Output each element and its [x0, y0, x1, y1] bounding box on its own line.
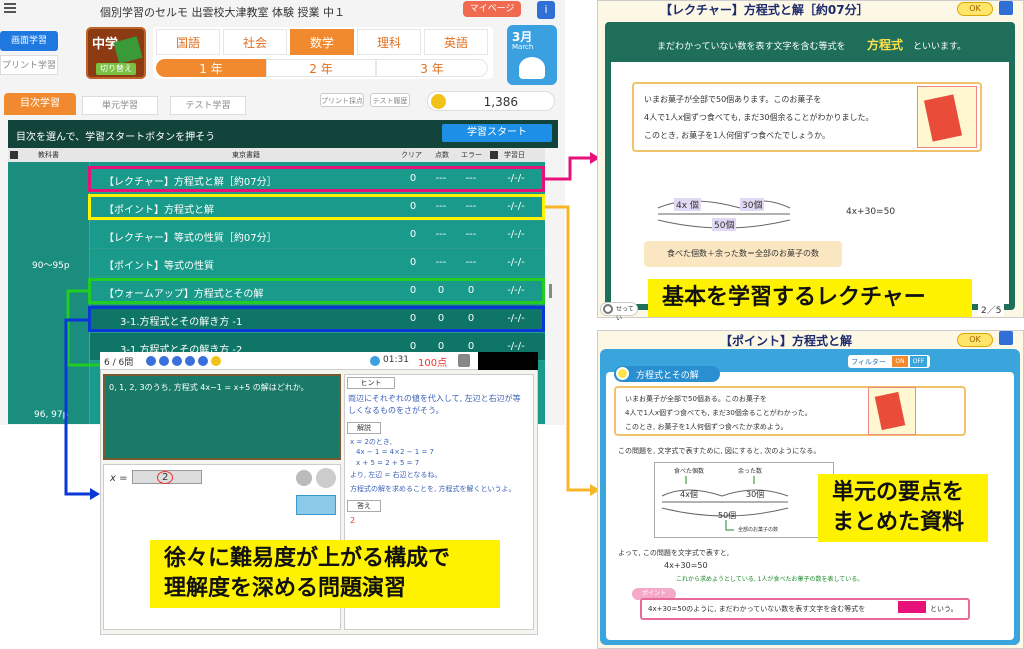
answer-label[interactable]: 答え — [347, 500, 381, 512]
settings-label: せってい — [616, 306, 634, 322]
answer-prefix: x = — [110, 473, 128, 484]
explain-line: 方程式の解を求めることを, 方程式を解くというよ。 — [350, 485, 516, 493]
point-key-pre: 4x+30=50のように, まだわかっていない数を表す文字を含む等式を — [648, 605, 866, 613]
problem-line: 4人で1人x個ずつ食べても, まだ30個余ることがわかりました。 — [644, 113, 874, 122]
explain-line: x + 5 = 2 + 5 = 7 — [356, 459, 420, 467]
progress-dot — [185, 356, 195, 366]
score-display: 100点 — [418, 358, 448, 369]
info-icon[interactable] — [458, 354, 470, 367]
point-title: 【ポイント】方程式と解 — [720, 334, 853, 348]
lecture-info-icon[interactable] — [999, 1, 1013, 15]
point-ok-button[interactable]: OK — [957, 333, 993, 347]
progress-dots — [146, 356, 221, 366]
hint-text: 両辺にそれぞれの値を代入して, 左辺と右辺が等しくなるものをさがそう。 — [348, 394, 521, 415]
exercise-callout: 徐々に難易度が上がる構成で 理解度を深める問題演習 — [150, 540, 500, 608]
section-label: 方程式とその解 — [636, 371, 699, 381]
filter-on: ON — [892, 356, 908, 367]
callout-line: 徐々に難易度が上がる構成で — [164, 546, 451, 571]
answer-text: 2 — [350, 516, 356, 525]
submit-icon[interactable] — [296, 495, 336, 515]
filter-toggle[interactable]: フィルター ON OFF — [848, 355, 930, 368]
formula-intro: よって, この問題を文字式で表すと, — [618, 549, 730, 557]
point-seg2: 30個 — [746, 490, 765, 499]
lecture-callout: 基本を学習するレクチャー — [648, 279, 972, 317]
black-panel — [478, 352, 538, 370]
answer-value: 2 — [157, 471, 174, 484]
gear-icon — [603, 304, 613, 314]
question-text: 0, 1, 2, 3のうち, 方程式 4x−1 = x+5 の解はどれか。 — [109, 383, 309, 392]
hint-label[interactable]: ヒント — [347, 377, 395, 389]
snack-image — [917, 86, 977, 148]
lecture-total: 50個 — [712, 218, 737, 231]
point-snack-image — [868, 387, 916, 435]
lecture-page-counter: 2／5 — [978, 303, 1005, 316]
point-badge-label: ポイント — [641, 590, 666, 597]
point-total-label: 全部のお菓子の数 — [738, 527, 779, 533]
problem-line: 4人で1人x個ずつ食べても, まだ30個余ることがわかった。 — [625, 409, 812, 417]
problem-line: いまお菓子が全部で50個ある。このお菓子を — [625, 395, 767, 403]
question-counter: 6 / 6問 — [104, 358, 134, 368]
progress-dot — [159, 356, 169, 366]
lecture-ok-button[interactable]: OK — [957, 2, 993, 16]
lecture-seg1: 4x 個 — [674, 198, 701, 211]
magnifier-icon — [616, 367, 629, 380]
lecture-equation: 4x+30=50 — [846, 207, 896, 217]
formula-note: これから求めようとしている, 1人が食べたお菓子の数を表している。 — [676, 576, 864, 583]
exercise-topbar: 6 / 6問 01:31 100点 — [100, 352, 538, 370]
explain-label[interactable]: 解説 — [347, 422, 381, 434]
explain-line: 4x − 1 = 4×2 − 1 = 7 — [356, 448, 434, 456]
problem-line: いまお菓子が全部で50個あります。このお菓子を — [644, 95, 822, 104]
snack-bag-icon — [874, 391, 906, 431]
diagram-intro: この問題を, 文字式で表すために, 図にすると, 次のようになる。 — [618, 447, 821, 455]
progress-dot — [211, 356, 221, 366]
banner-pre: まだわかっていない数を表す文字を含む等式を — [657, 42, 846, 52]
progress-dot — [146, 356, 156, 366]
settings-button[interactable]: せってい — [600, 302, 638, 322]
point-info-icon[interactable] — [999, 331, 1013, 345]
clear-icon[interactable] — [316, 468, 336, 488]
progress-dot — [172, 356, 182, 366]
explain-line: より, 左辺 = 右辺となるね。 — [350, 471, 442, 479]
point-equation: 4x+30=50 — [664, 561, 708, 570]
progress-dot — [198, 356, 208, 366]
answer-input[interactable]: 2 — [132, 470, 202, 484]
timer-icon — [370, 356, 380, 366]
lecture-summary: 食べた個数＋余った数＝全部のお菓子の数 — [644, 241, 842, 267]
lecture-title: 【レクチャー】方程式と解［約07分］ — [660, 3, 869, 17]
point-diagram-lines — [661, 476, 789, 531]
section-tag: 方程式とその解 — [614, 366, 720, 382]
explain-line: x = 2のとき, — [350, 438, 393, 446]
filter-off: OFF — [910, 356, 927, 367]
banner-post: といいます。 — [913, 42, 967, 52]
eraser-icon[interactable] — [296, 470, 312, 486]
problem-line: このとき, お菓子を1人何個ずつ食べたでしょうか。 — [644, 131, 831, 140]
callout-line: まとめた資料 — [832, 510, 965, 535]
point-key-post: という。 — [930, 605, 958, 613]
filter-label: フィルター — [851, 358, 886, 366]
snack-bag-icon — [923, 94, 963, 142]
lecture-banner: まだわかっていない数を表す文字を含む等式を 方程式 といいます。 — [611, 28, 1009, 62]
problem-line: このとき, お菓子を1人何個ずつ食べたか求めよう。 — [625, 423, 788, 431]
question-board: 0, 1, 2, 3のうち, 方程式 4x−1 = x+5 の解はどれか。 — [103, 374, 341, 460]
callout-line: 単元の要点を — [832, 480, 965, 505]
point-total: 50個 — [718, 511, 737, 520]
callout-line: 理解度を深める問題演習 — [164, 576, 407, 601]
point-seg1: 4x個 — [680, 490, 698, 499]
timer: 01:31 — [383, 355, 409, 365]
lecture-seg2: 30個 — [740, 198, 765, 211]
banner-key: 方程式 — [867, 38, 904, 52]
point-callout: 単元の要点を まとめた資料 — [818, 474, 988, 542]
point-key-blank[interactable] — [898, 601, 926, 613]
